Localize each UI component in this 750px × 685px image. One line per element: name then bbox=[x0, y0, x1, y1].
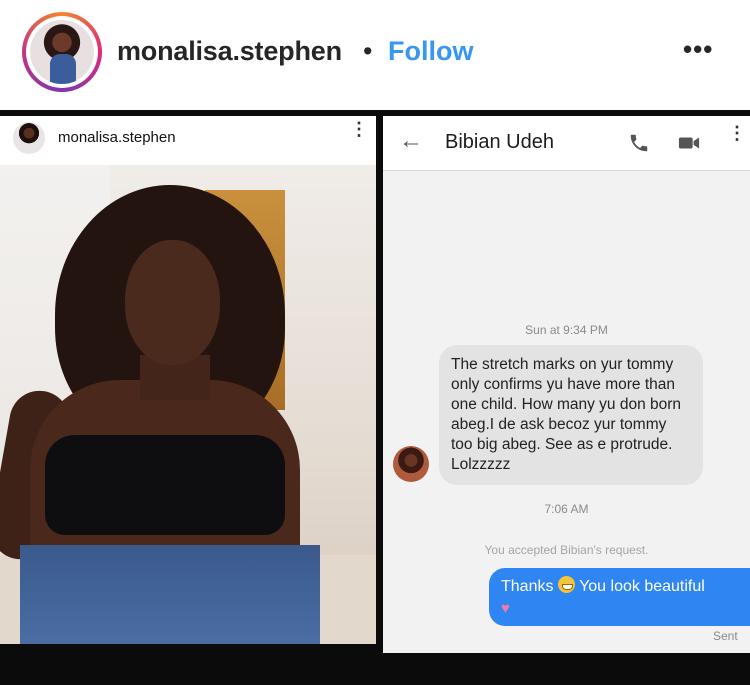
separator-dot: • bbox=[363, 36, 373, 66]
outgoing-text-start: Thanks bbox=[501, 578, 554, 595]
timestamp: 7:06 AM bbox=[544, 502, 589, 516]
username-link[interactable]: monalisa.stephen bbox=[117, 36, 342, 67]
grinning-emoji-icon bbox=[557, 576, 575, 593]
embedded-instagram-post: monalisa.stephen ⋮ bbox=[0, 116, 376, 644]
sent-status: Sent bbox=[713, 629, 738, 643]
phone-icon bbox=[630, 134, 648, 152]
request-accepted-notice: You accepted Bibian's request. bbox=[484, 543, 649, 557]
chat-header: ← Bibian Udeh ⋮ bbox=[383, 116, 750, 171]
post-header: monalisa.stephen • Follow ••• bbox=[0, 0, 750, 108]
more-options-icon[interactable]: ••• bbox=[683, 34, 713, 65]
heart-emoji-icon: ♥ bbox=[501, 600, 510, 617]
avatar-border bbox=[26, 16, 98, 88]
story-ring[interactable] bbox=[22, 12, 102, 92]
outgoing-message-bubble: Thanks You look beautiful ♥ bbox=[489, 568, 750, 626]
chat-contact-name: Bibian Udeh bbox=[445, 131, 554, 153]
timestamp: Sun at 9:34 PM bbox=[525, 323, 608, 337]
embedded-username: monalisa.stephen bbox=[58, 129, 176, 146]
chat-more-icon: ⋮ bbox=[728, 123, 746, 143]
embedded-more-icon: ⋮ bbox=[350, 119, 368, 139]
back-arrow-icon: ← bbox=[399, 127, 423, 154]
follow-button[interactable]: Follow bbox=[388, 36, 473, 67]
post-photo bbox=[0, 165, 376, 644]
embedded-avatar bbox=[13, 122, 45, 154]
incoming-message-bubble: The stretch marks on yur tommy only conf… bbox=[439, 345, 703, 485]
sender-avatar bbox=[393, 446, 429, 482]
video-call-icon bbox=[678, 137, 700, 149]
embedded-chat-screenshot: ← Bibian Udeh ⋮ Sun at 9:34 PM The stret… bbox=[383, 116, 750, 653]
outgoing-text-end: You look beautiful bbox=[579, 578, 705, 595]
avatar[interactable] bbox=[30, 20, 94, 84]
